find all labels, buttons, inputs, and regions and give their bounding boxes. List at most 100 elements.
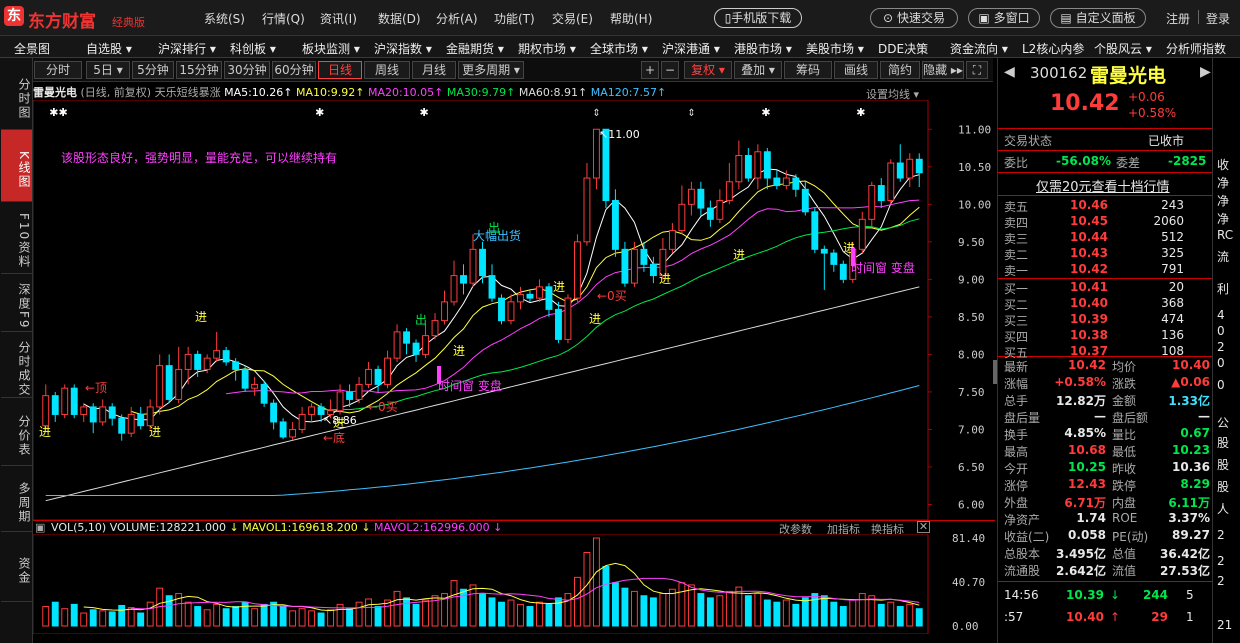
custom-panel-button[interactable]: ▤ 自定义面板 (1050, 8, 1146, 28)
volume-bar (232, 606, 240, 627)
orderbook-volume: 368 (1161, 296, 1184, 310)
candle-body (517, 293, 524, 303)
login-link[interactable]: 登录 (1206, 10, 1230, 27)
candle-body (298, 413, 306, 430)
nav-item[interactable]: 全景图 (14, 40, 50, 57)
nav-item[interactable]: 金融期货 ▾ (446, 40, 504, 57)
volume-bar (858, 593, 866, 627)
left-tab[interactable]: 深度F9 (1, 274, 32, 332)
nav-item[interactable]: 美股市场 ▾ (806, 40, 864, 57)
ma60-value: MA60:8.91 (518, 86, 579, 99)
volume-bar (896, 606, 904, 627)
close-icon[interactable]: ✕ (917, 521, 930, 533)
left-tab[interactable]: K线图 (1, 130, 32, 202)
orderbook-volume: 325 (1161, 246, 1184, 260)
register-link[interactable]: 注册 (1166, 10, 1190, 27)
nav-item[interactable]: 沪深排行 ▾ (158, 40, 216, 57)
chart-tool-button[interactable]: ⛶ (966, 61, 988, 79)
volume-bar (488, 597, 496, 627)
volume-bar (536, 601, 543, 627)
strip-text: 4 (1217, 308, 1225, 322)
tick-count: 5 (1186, 588, 1194, 602)
nav-item[interactable]: 个股风云 ▾ (1094, 40, 1152, 57)
volume-bar (99, 610, 107, 627)
candle-body (621, 248, 629, 284)
kline-chart[interactable]: 11.00 10.50 10.00 9.50 9.00 8.50 8.00 7.50 7.00 6… (33, 100, 995, 520)
chart-tool-button[interactable]: 筹码 (784, 61, 832, 79)
multi-window-button[interactable]: ▣ 多窗口 (968, 8, 1040, 28)
next-stock-arrow[interactable]: ▶ (1200, 64, 1211, 80)
nav-item[interactable]: 资金流向 ▾ (950, 40, 1008, 57)
mobile-download-button[interactable]: ▯手机版下载 (714, 8, 802, 28)
nav-item[interactable]: DDE决策 (878, 40, 928, 57)
nav-item[interactable]: L2核心内参 (1022, 40, 1084, 57)
period-button[interactable]: 周线 (364, 61, 410, 79)
nav-item[interactable]: 板块监测 ▾ (302, 40, 360, 57)
nav-item[interactable]: 自选股 ▾ (86, 40, 132, 57)
top-menu-item[interactable]: 功能(T) (494, 10, 535, 27)
top-menu-item[interactable]: 数据(D) (378, 10, 421, 27)
left-tab[interactable]: 分价表 (1, 398, 32, 466)
candle-body (270, 402, 278, 423)
nav-item[interactable]: 期权市场 ▾ (518, 40, 576, 57)
nav-item[interactable]: 港股市场 ▾ (734, 40, 792, 57)
top-menu-item[interactable]: 分析(A) (436, 10, 478, 27)
top-menu-item[interactable]: 帮助(H) (610, 10, 652, 27)
volume-bar (526, 606, 534, 627)
volume-bar (782, 599, 790, 627)
nav-item[interactable]: 全球市场 ▾ (590, 40, 648, 57)
expand-icon[interactable]: ▣ (35, 521, 45, 534)
left-tab[interactable]: 分时成交 (1, 332, 32, 398)
period-button[interactable]: 更多周期 ▾ (458, 61, 524, 79)
chart-tool-button[interactable]: + (641, 61, 659, 79)
left-tab[interactable]: 多周期 (1, 466, 32, 532)
volume-bar (89, 609, 97, 627)
period-button[interactable]: 15分钟 (176, 61, 222, 79)
candle-body (118, 417, 126, 434)
left-tab[interactable]: 分时图 (1, 60, 32, 130)
orderbook-price: 10.42 (1070, 262, 1108, 276)
chart-tool-button[interactable]: 隐藏 ▸▸ (922, 61, 964, 79)
period-button[interactable]: 5日 ▾ (86, 61, 130, 79)
prev-stock-arrow[interactable]: ◀ (1004, 64, 1015, 80)
chart-tool-button[interactable]: 简约 (880, 61, 920, 79)
candle-body (887, 162, 895, 202)
price-change: +0.06 (1128, 90, 1165, 104)
top-menu-item[interactable]: 交易(E) (552, 10, 593, 27)
orderbook-label: 买三 (1004, 314, 1029, 328)
left-tab[interactable]: 资金 (1, 532, 32, 602)
top-menu-item[interactable]: 资讯(I) (320, 10, 357, 27)
strip-text: 收 (1217, 158, 1230, 172)
nav-item[interactable]: 科创板 ▾ (230, 40, 276, 57)
stat-value: 12.82万 (1056, 394, 1106, 408)
nav-item[interactable]: 分析师指数 (1166, 40, 1226, 57)
period-button[interactable]: 月线 (412, 61, 456, 79)
buy-in-marker: 进 (39, 425, 51, 439)
candle-body (697, 188, 705, 209)
volume-bar (649, 597, 657, 627)
top-menu-item[interactable]: 系统(S) (204, 10, 245, 27)
volume-chart[interactable]: 81.40 40.70 0.00 (33, 534, 995, 634)
period-button[interactable]: 分时 (34, 61, 82, 79)
quick-trade-button[interactable]: ⊙ 快速交易 (870, 8, 958, 28)
level2-upgrade-link[interactable]: 仅需20元查看十档行情 (1036, 176, 1170, 195)
candle-body (260, 383, 268, 404)
orderbook-price: 10.45 (1070, 214, 1108, 228)
period-button[interactable]: 30分钟 (224, 61, 270, 79)
chart-tool-button[interactable]: 复权 ▾ (684, 61, 732, 79)
nav-item[interactable]: 沪深指数 ▾ (374, 40, 432, 57)
period-button[interactable]: 5分钟 (132, 61, 174, 79)
chart-tool-button[interactable]: 叠加 ▾ (734, 61, 782, 79)
chart-tool-button[interactable]: 画线 (834, 61, 878, 79)
sell-out-marker: 出 (488, 221, 500, 235)
stock-name: 雷曼光电 (1090, 65, 1167, 87)
strip-text: 0 (1217, 356, 1225, 370)
candle-body (479, 248, 486, 277)
left-tab[interactable]: F10资料 (1, 202, 32, 274)
period-button[interactable]: 60分钟 (272, 61, 316, 79)
time-window-label: 时间窗 变盘 (851, 260, 915, 275)
top-menu-item[interactable]: 行情(Q) (262, 10, 305, 27)
nav-item[interactable]: 沪深港通 ▾ (662, 40, 720, 57)
period-button[interactable]: 日线 (318, 61, 362, 79)
chart-tool-button[interactable]: − (661, 61, 679, 79)
